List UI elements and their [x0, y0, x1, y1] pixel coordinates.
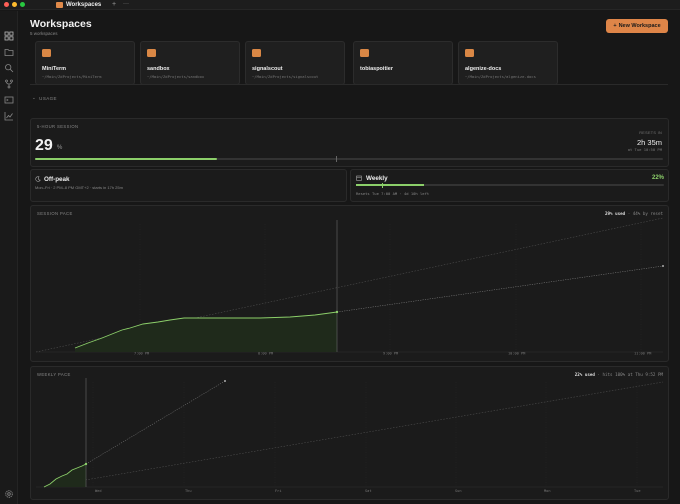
weekly-now-dot [84, 462, 88, 466]
weekly-tick-label: Sat [365, 489, 372, 493]
weekly-projection-line [85, 380, 226, 465]
weekly-even-pace-line [43, 381, 664, 488]
weekly-tick-label: Thu [185, 489, 192, 493]
weekly-tick-label: Tue [634, 489, 641, 493]
weekly-projection-end-dot [224, 380, 226, 382]
weekly-pace-plot: Wed Thu Fri Sat Sun Mon Tue [36, 378, 664, 493]
weekly-tick-label: Wed [95, 489, 102, 493]
weekly-tick-label: Sun [455, 489, 462, 493]
weekly-tick-label: Fri [275, 489, 282, 493]
weekly-tick-label: Mon [544, 489, 551, 493]
